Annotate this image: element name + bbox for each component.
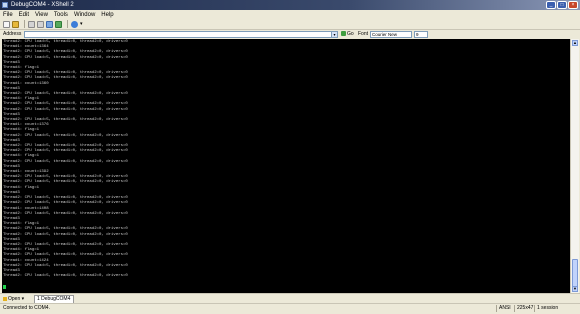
menu-tools[interactable]: Tools	[54, 12, 68, 18]
close-icon[interactable]: ×	[568, 1, 578, 9]
font-label: Font	[358, 31, 369, 37]
menu-window[interactable]: Window	[74, 12, 95, 18]
terminal-line: Thread2: CPU load=5, thread1=0, thread2=…	[3, 274, 128, 279]
window-title: DebugCOM4 - XShell 2	[11, 2, 74, 8]
status-mode: ANSI	[496, 305, 511, 312]
terminal-line: Thread2: CPU load=5, thread1=0, thread2=…	[3, 55, 128, 60]
paste-icon[interactable]	[37, 20, 44, 28]
go-label: Go	[347, 31, 354, 37]
open-button[interactable]: Open ▾	[3, 295, 24, 303]
terminal-line: Thread2: CPU load=5, thread1=0, thread2=…	[3, 133, 128, 138]
status-size: 225x47	[514, 305, 533, 312]
open-label: Open	[8, 296, 21, 302]
terminal-line: Thread2: CPU load=5, thread1=0, thread2=…	[3, 227, 128, 232]
font-family-select[interactable]: Courier New	[370, 31, 412, 38]
address-label: Address	[3, 31, 22, 37]
font-size-select[interactable]: 9	[414, 31, 428, 38]
terminal-line: Thread2: CPU load=5, thread1=0, thread2=…	[3, 232, 128, 237]
app-icon	[2, 2, 8, 8]
go-icon	[341, 31, 346, 36]
maximize-icon[interactable]: □	[557, 1, 567, 9]
minimize-icon[interactable]: _	[546, 1, 556, 9]
menu-view[interactable]: View	[35, 12, 48, 18]
terminal-line: Thread2: CPU load=5, thread1=0, thread2=…	[3, 263, 128, 268]
menu-edit[interactable]: Edit	[19, 12, 29, 18]
go-button[interactable]: Go	[341, 30, 354, 39]
title-bar: DebugCOM4 - XShell 2 _ □ ×	[0, 0, 580, 10]
terminal-line: Thread2: CPU load=5, thread1=0, thread2=…	[3, 201, 128, 206]
chevron-down-icon[interactable]: ▾	[80, 21, 87, 28]
globe-icon[interactable]	[71, 20, 78, 28]
terminal-line: Thread2: CPU load=5, thread1=0, thread2=…	[3, 102, 128, 107]
new-session-icon[interactable]	[3, 20, 10, 28]
terminal-line: Thread2: CPU load=5, thread1=0, thread2=…	[3, 50, 128, 55]
address-bar: Address ▾ Go Font Courier New 9	[0, 30, 580, 39]
terminal-line: Thread2: CPU load=5, thread1=0, thread2=…	[3, 211, 128, 216]
terminal-lines: Thread2: CPU load=5, thread1=0, thread2=…	[3, 40, 128, 279]
vertical-scrollbar[interactable]: ▲ ▼	[570, 39, 579, 293]
terminal-line: Thread2: CPU load=5, thread1=0, thread2=…	[3, 159, 128, 164]
menu-file[interactable]: File	[3, 12, 13, 18]
address-dropdown-icon[interactable]: ▾	[331, 31, 338, 38]
address-input[interactable]	[24, 31, 332, 38]
terminal-line: Thread2: CPU load=5, thread1=0, thread2=…	[3, 180, 128, 185]
properties-icon[interactable]	[55, 20, 62, 28]
scrollbar-thumb[interactable]	[572, 259, 578, 287]
terminal-line: Thread2: CPU load=5, thread1=0, thread2=…	[3, 76, 128, 81]
toolbar-separator	[67, 20, 68, 28]
terminal-line: Thread2: CPU load=5, thread1=0, thread2=…	[3, 253, 128, 258]
menu-help[interactable]: Help	[101, 12, 113, 18]
status-sessions: 1 session	[534, 305, 558, 312]
terminal-output[interactable]: Thread2: CPU load=5, thread1=0, thread2=…	[2, 39, 570, 293]
scroll-down-icon[interactable]: ▼	[572, 286, 578, 292]
status-bar: Connected to COM4. ANSI 225x47 1 session	[0, 303, 580, 314]
toolbar-separator	[24, 20, 25, 28]
terminal-cursor	[3, 285, 6, 289]
find-icon[interactable]	[46, 20, 53, 28]
menu-bar: File Edit View Tools Window Help	[0, 10, 580, 19]
session-tab[interactable]: 1 DebugCOM4	[34, 295, 74, 303]
toolbar: ▾	[0, 19, 580, 30]
open-icon	[3, 297, 7, 301]
terminal-line: Thread2: CPU load=5, thread1=0, thread2=…	[3, 107, 128, 112]
status-message: Connected to COM4.	[3, 305, 50, 311]
scroll-up-icon[interactable]: ▲	[572, 40, 578, 46]
open-folder-icon[interactable]	[12, 20, 19, 28]
copy-icon[interactable]	[28, 20, 35, 28]
